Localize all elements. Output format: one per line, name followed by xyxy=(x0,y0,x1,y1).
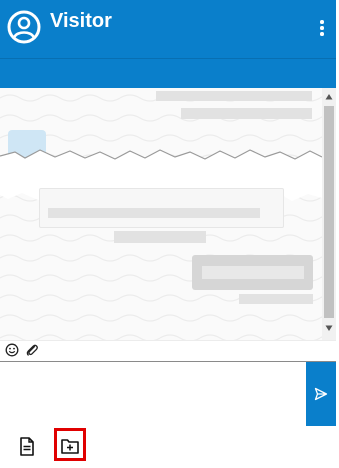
send-button[interactable] xyxy=(306,362,336,426)
blurred-outgoing-message xyxy=(192,255,313,290)
header-divider xyxy=(0,58,336,59)
emoji-icon[interactable] xyxy=(5,343,19,357)
scrollbar-thumb[interactable] xyxy=(324,106,334,318)
bottom-action-bar xyxy=(0,427,336,468)
user-circle-icon xyxy=(7,10,41,44)
chat-scrollbar[interactable] xyxy=(322,88,336,340)
triangle-up-icon[interactable] xyxy=(325,93,333,101)
blurred-message xyxy=(181,108,312,119)
paperclip-icon[interactable] xyxy=(25,343,39,357)
blurred-message xyxy=(156,91,312,101)
blurred-message xyxy=(48,208,260,218)
selection-highlight xyxy=(54,428,86,461)
blurred-timestamp xyxy=(114,231,206,243)
blurred-message-card xyxy=(39,188,284,228)
chat-header: Visitor xyxy=(0,0,336,88)
blurred-timestamp xyxy=(239,294,313,304)
kebab-menu-icon[interactable] xyxy=(314,18,330,38)
triangle-down-icon[interactable] xyxy=(325,324,333,332)
message-input[interactable] xyxy=(0,362,304,425)
visitor-title: Visitor xyxy=(50,10,112,32)
composer-toolbar xyxy=(0,340,336,361)
transcript-button[interactable] xyxy=(12,432,42,462)
blurred-message xyxy=(202,266,304,279)
document-icon xyxy=(20,437,34,456)
send-icon xyxy=(314,387,328,401)
chat-transcript[interactable] xyxy=(0,88,322,340)
message-composer xyxy=(0,361,336,428)
